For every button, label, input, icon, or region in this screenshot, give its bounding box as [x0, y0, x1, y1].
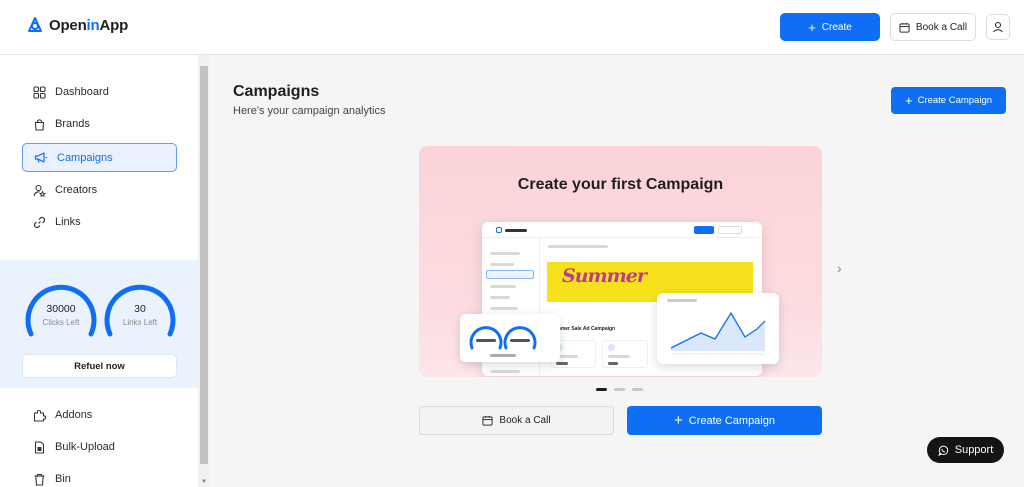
- sidebar-item-label: Bin: [55, 473, 71, 485]
- file-upload-icon: [34, 440, 45, 454]
- create-campaign-main-label: Create Campaign: [688, 414, 775, 427]
- links-left-gauge: 30 Links Left: [102, 274, 178, 340]
- sidebar-item-label: Campaigns: [57, 151, 113, 164]
- preview-stat-card: [602, 340, 648, 368]
- refuel-button[interactable]: Refuel now: [22, 354, 177, 378]
- scroll-down-arrow-icon[interactable]: ▼: [200, 478, 208, 486]
- user-star-icon: [33, 184, 46, 197]
- sidebar-item-brands[interactable]: Brands: [22, 110, 177, 138]
- grid-icon: [33, 85, 46, 99]
- links-left-value: 30: [134, 303, 146, 315]
- sidebar-item-addons[interactable]: Addons: [22, 401, 177, 429]
- calendar-icon: [482, 415, 494, 426]
- app-name: OpeninApp: [49, 16, 129, 34]
- preview-sale-banner-art: Summer: [562, 265, 647, 287]
- create-campaign-button[interactable]: + Create Campaign: [891, 87, 1006, 114]
- carousel-dot[interactable]: [614, 388, 625, 391]
- sidebar-item-label: Dashboard: [55, 86, 109, 98]
- sidebar-item-label: Brands: [55, 118, 90, 130]
- sidebar-item-bin[interactable]: Bin: [22, 465, 177, 487]
- app-logo[interactable]: OpeninApp: [26, 16, 128, 34]
- top-header: OpeninApp + Create Book a Call: [0, 0, 1024, 55]
- clicks-left-gauge: 30000 Clicks Left: [23, 274, 99, 340]
- support-label: Support: [954, 444, 994, 456]
- whatsapp-icon: [937, 445, 948, 456]
- sidebar-item-campaigns[interactable]: Campaigns: [22, 143, 177, 172]
- sidebar-item-bulk-upload[interactable]: Bulk-Upload: [22, 433, 177, 461]
- book-call-label: Book a Call: [499, 415, 551, 426]
- plus-icon: +: [674, 412, 683, 429]
- shopping-bag-icon: [34, 118, 45, 131]
- carousel-next-chevron-icon[interactable]: ›: [837, 260, 842, 276]
- header-book-call-button[interactable]: Book a Call: [890, 13, 976, 41]
- preview-topbar: [482, 222, 762, 238]
- sidebar-item-label: Creators: [55, 184, 98, 196]
- plus-icon: +: [904, 93, 913, 108]
- preview-line-chart-card: [657, 293, 779, 364]
- clicks-left-value: 30000: [46, 303, 76, 315]
- sidebar-item-dashboard[interactable]: Dashboard: [22, 78, 177, 106]
- sidebar-item-label: Addons: [55, 409, 93, 421]
- create-campaign-label: Create Campaign: [917, 95, 993, 106]
- header-book-call-label: Book a Call: [915, 21, 968, 33]
- page-subtitle: Here's your campaign analytics: [233, 105, 386, 117]
- sidebar: Dashboard Brands Campaigns Creators Link…: [0, 55, 198, 487]
- puzzle-icon: [33, 409, 46, 422]
- carousel-dot[interactable]: [632, 388, 643, 391]
- carousel-title: Create your first Campaign: [517, 176, 724, 193]
- sidebar-item-label: Bulk-Upload: [55, 441, 115, 453]
- create-campaign-main-button[interactable]: + Create Campaign: [627, 406, 822, 435]
- profile-button[interactable]: [986, 14, 1010, 40]
- preview-gauges-card: [460, 314, 560, 362]
- sidebar-item-label: Links: [55, 216, 81, 228]
- sidebar-item-creators[interactable]: Creators: [22, 176, 177, 204]
- calendar-icon: [899, 22, 910, 33]
- main-content: Campaigns Here's your campaign analytics…: [210, 55, 1024, 487]
- user-icon: [993, 21, 1003, 33]
- link-icon: [33, 216, 46, 228]
- sidebar-scroll-thumb[interactable]: [200, 66, 208, 464]
- clicks-left-label: Clicks Left: [42, 318, 80, 327]
- header-create-button[interactable]: + Create: [780, 13, 880, 41]
- carousel-pagination: [596, 388, 643, 391]
- carousel-dot[interactable]: [596, 388, 607, 391]
- logo-icon: [28, 17, 42, 32]
- support-button[interactable]: Support: [927, 437, 1004, 463]
- credits-panel: 30000 Clicks Left 30 Links Left Refuel n…: [0, 260, 198, 388]
- header-create-label: Create: [821, 21, 852, 33]
- onboarding-carousel-slide: Create your first Campaign Summer Summer…: [419, 146, 822, 377]
- sidebar-item-links[interactable]: Links: [22, 208, 177, 236]
- links-left-label: Links Left: [122, 318, 158, 327]
- trash-icon: [34, 473, 45, 486]
- page-title: Campaigns: [233, 83, 320, 100]
- megaphone-icon: [34, 152, 47, 163]
- plus-icon: +: [808, 19, 816, 35]
- book-call-button[interactable]: Book a Call: [419, 406, 614, 435]
